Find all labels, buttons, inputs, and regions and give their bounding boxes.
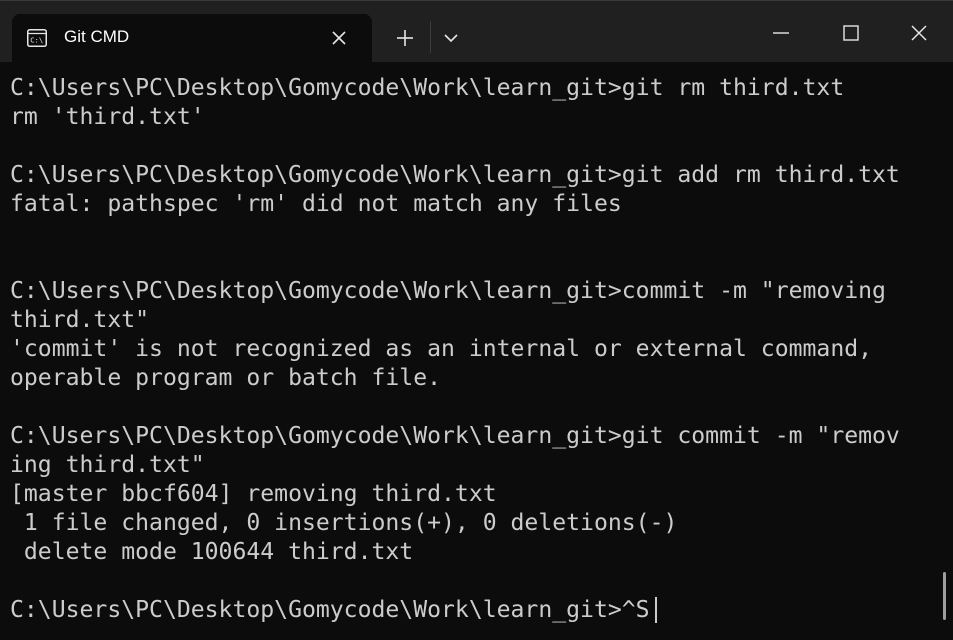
- terminal-line: third.txt": [10, 307, 150, 333]
- terminal-line: C:\Users\PC\Desktop\Gomycode\Work\learn_…: [10, 162, 900, 188]
- terminal-line: fatal: pathspec 'rm' did not match any f…: [10, 191, 622, 217]
- chevron-down-icon[interactable]: [438, 25, 464, 51]
- terminal-line: 1 file changed, 0 insertions(+), 0 delet…: [10, 510, 678, 536]
- terminal-output[interactable]: C:\Users\PC\Desktop\Gomycode\Work\learn_…: [0, 62, 953, 640]
- close-icon[interactable]: [899, 15, 939, 51]
- terminal-line: C:\Users\PC\Desktop\Gomycode\Work\learn_…: [10, 75, 845, 101]
- title-bar: C:\ Git CMD: [0, 0, 953, 63]
- tab-close-icon[interactable]: [328, 27, 350, 49]
- terminal-window: C:\ Git CMD C:\Users\PC\Desktop\Gomycode…: [0, 0, 953, 640]
- terminal-line: operable program or batch file.: [10, 365, 442, 391]
- tab-title: Git CMD: [64, 27, 130, 46]
- terminal-line: C:\Users\PC\Desktop\Gomycode\Work\learn_…: [10, 423, 900, 449]
- terminal-line: delete mode 100644 third.txt: [10, 539, 414, 565]
- terminal-line: 'commit' is not recognized as an interna…: [10, 336, 873, 362]
- cmd-icon: C:\: [27, 29, 47, 47]
- tab-divider: [430, 21, 431, 53]
- minimize-icon[interactable]: [761, 15, 801, 51]
- text-cursor: [655, 597, 657, 623]
- terminal-line: rm 'third.txt': [10, 104, 205, 130]
- tab-git-cmd[interactable]: C:\ Git CMD: [12, 14, 372, 63]
- terminal-prompt-line: C:\Users\PC\Desktop\Gomycode\Work\learn_…: [10, 597, 650, 623]
- terminal-line: [master bbcf604] removing third.txt: [10, 481, 497, 507]
- terminal-line: C:\Users\PC\Desktop\Gomycode\Work\learn_…: [10, 278, 886, 304]
- svg-text:C:\: C:\: [30, 36, 43, 45]
- plus-icon[interactable]: [390, 25, 420, 51]
- maximize-icon[interactable]: [831, 15, 871, 51]
- terminal-line: ing third.txt": [10, 452, 205, 478]
- scrollbar-thumb[interactable]: [943, 572, 946, 620]
